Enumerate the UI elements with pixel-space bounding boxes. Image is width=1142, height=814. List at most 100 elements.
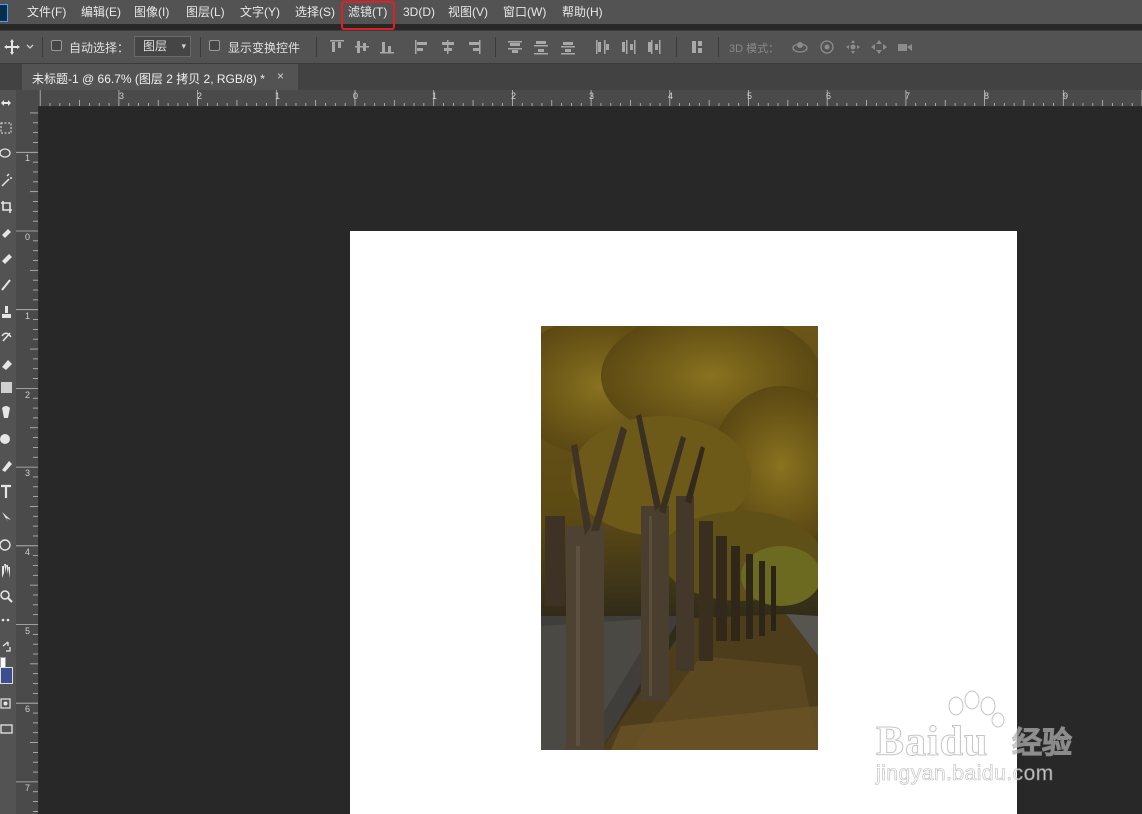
distribute-right-edges-icon[interactable] <box>645 38 663 56</box>
menu-help[interactable]: 帮助(H) <box>562 0 603 24</box>
menu-view[interactable]: 视图(V) <box>448 0 488 24</box>
hand-tool-icon <box>2 564 10 578</box>
filter-menu-highlight-annotation <box>341 1 395 30</box>
tools-icons <box>0 100 13 734</box>
ruler-label: 3 <box>25 468 31 478</box>
tool-preset-chevron-down-icon[interactable] <box>25 38 35 56</box>
menu-3d[interactable]: 3D(D) <box>403 0 435 24</box>
tools-panel <box>0 90 17 814</box>
marquee-tool-icon <box>0 122 12 134</box>
type-tool-icon <box>1 484 11 498</box>
distribute-horizontal-centers-icon[interactable] <box>619 38 637 56</box>
watermark-url: jingyan.baidu.com <box>876 762 1054 786</box>
auto-align-layers-icon[interactable] <box>689 38 707 56</box>
spot-healing-tool-icon <box>2 254 12 264</box>
blur-tool-icon <box>2 406 10 418</box>
screen-mode-icon <box>0 724 13 734</box>
zoom-tool-handle <box>7 597 13 603</box>
ruler-label: 2 <box>25 390 31 400</box>
auto-select-checkbox[interactable] <box>51 40 62 51</box>
menu-edit[interactable]: 编辑(E) <box>81 0 121 24</box>
ruler-label: 2 <box>511 91 517 101</box>
auto-select-target-dropdown[interactable]: 图层 ▾ <box>134 36 191 57</box>
show-transform-controls-label: 显示变换控件 <box>228 41 301 55</box>
dodge-tool-icon <box>0 434 10 444</box>
3d-roll-icon[interactable] <box>818 38 836 56</box>
chevron-down-icon: ▾ <box>181 41 186 51</box>
crop-tool-icon <box>1 201 12 213</box>
document-tab-title: 未标题-1 @ 66.7% (图层 2 拷贝 2, RGB/8) * <box>32 72 265 86</box>
ruler-label: 5 <box>25 626 31 636</box>
distribute-bottom-edges-icon[interactable] <box>559 38 577 56</box>
horizontal-ruler[interactable]: 3 2 1 0 1 2 3 4 5 6 7 8 9 <box>38 90 1142 107</box>
gradient-tool-icon <box>1 382 12 393</box>
close-icon[interactable]: × <box>277 69 284 83</box>
ruler-label: 2 <box>197 91 203 101</box>
distribute-vertical-centers-icon[interactable] <box>532 38 550 56</box>
ruler-label: 1 <box>25 311 31 321</box>
ruler-label: 4 <box>25 547 31 557</box>
quick-selection-tool-icon <box>1 173 12 187</box>
eraser-tool-icon <box>2 360 12 370</box>
tree-lined-road-photo[interactable] <box>541 326 818 750</box>
distribute-left-edges-icon[interactable] <box>593 38 611 56</box>
watermark-brand: Baidu <box>875 719 989 766</box>
ruler-label: 0 <box>353 91 359 101</box>
history-brush-tool-icon <box>1 332 12 342</box>
path-selection-tool-icon <box>2 512 11 522</box>
align-top-edges-icon[interactable] <box>328 38 346 56</box>
photo-image <box>541 326 818 750</box>
ruler-label: 6 <box>25 704 31 714</box>
align-bottom-edges-icon[interactable] <box>378 38 396 56</box>
watermark-jingyan: 经验 <box>1012 727 1073 761</box>
3d-pan-icon[interactable] <box>844 38 862 56</box>
vertical-ruler[interactable]: 1 0 1 2 3 4 5 6 7 <box>16 106 39 814</box>
menu-type[interactable]: 文字(Y) <box>240 0 280 24</box>
foreground-color-swatch[interactable] <box>0 667 13 684</box>
options-bar: 自动选择： 图层 ▾ 显示变换控件 3D 模式： <box>0 30 1142 63</box>
move-tool-icon <box>1 100 11 106</box>
auto-select-target-value: 图层 <box>143 39 168 53</box>
3d-orbit-icon[interactable] <box>791 38 809 56</box>
menu-select[interactable]: 选择(S) <box>295 0 335 24</box>
align-horizontal-centers-icon[interactable] <box>439 38 457 56</box>
ruler-label: 0 <box>25 232 31 242</box>
ruler-label: 1 <box>432 91 438 101</box>
3d-slide-icon[interactable] <box>870 38 888 56</box>
ruler-label: 1 <box>275 91 281 101</box>
photoshop-logo-icon[interactable] <box>0 4 8 22</box>
ruler-label: 1 <box>25 153 31 163</box>
document-tab[interactable]: 未标题-1 @ 66.7% (图层 2 拷贝 2, RGB/8) * × <box>22 64 298 90</box>
distribute-top-edges-icon[interactable] <box>506 38 524 56</box>
zoom-tool-icon <box>0 590 10 600</box>
align-left-edges-icon[interactable] <box>413 38 431 56</box>
menu-file[interactable]: 文件(F) <box>27 0 66 24</box>
menu-layer[interactable]: 图层(L) <box>186 0 225 24</box>
baidu-jingyan-watermark: Baidu 经验 jingyan.baidu.com <box>872 688 1112 798</box>
ruler-label: 7 <box>905 91 911 101</box>
align-right-edges-icon[interactable] <box>465 38 483 56</box>
show-transform-controls-checkbox[interactable] <box>209 40 220 51</box>
ruler-label: 8 <box>984 91 990 101</box>
document-tab-bar: 未标题-1 @ 66.7% (图层 2 拷贝 2, RGB/8) * × <box>0 63 1142 90</box>
ruler-label: 3 <box>119 91 125 101</box>
more-tools-icon <box>1 618 5 622</box>
ruler-origin-corner[interactable] <box>16 90 38 106</box>
menu-image[interactable]: 图像(I) <box>134 0 169 24</box>
clone-stamp-tool-icon <box>2 306 11 318</box>
3d-scale-camera-icon[interactable] <box>896 38 914 56</box>
shape-tool-icon <box>0 539 11 551</box>
pen-tool-icon <box>2 461 12 472</box>
menu-window[interactable]: 窗口(W) <box>503 0 546 24</box>
ruler-label: 6 <box>826 91 832 101</box>
align-vertical-centers-icon[interactable] <box>353 38 371 56</box>
ruler-label: 4 <box>668 91 674 101</box>
ruler-label: 9 <box>1063 91 1069 101</box>
auto-select-label: 自动选择： <box>69 41 130 55</box>
brush-tool-icon <box>1 279 11 291</box>
ruler-label: 7 <box>25 783 31 793</box>
swap-colors-icon <box>2 641 11 652</box>
eyedropper-tool-icon <box>2 229 11 238</box>
move-tool-icon[interactable] <box>3 38 21 56</box>
ruler-label: 3 <box>589 91 595 101</box>
